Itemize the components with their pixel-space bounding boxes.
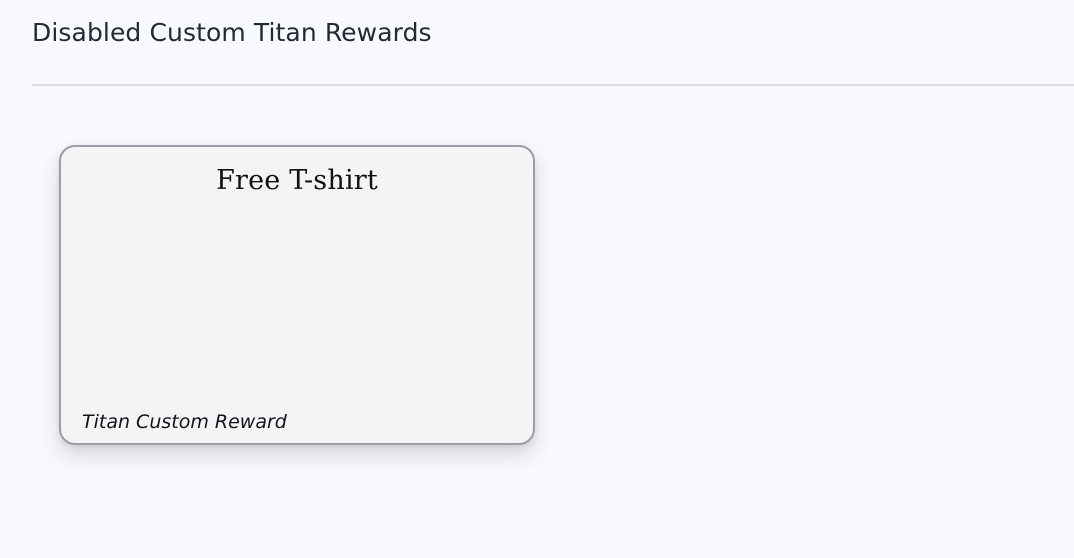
section-title: Disabled Custom Titan Rewards — [32, 18, 432, 47]
reward-card[interactable]: Free T-shirt Titan Custom Reward — [59, 145, 535, 445]
section-divider — [32, 84, 1074, 86]
reward-card-title: Free T-shirt — [216, 165, 378, 196]
reward-card-type-label: Titan Custom Reward — [82, 411, 287, 433]
